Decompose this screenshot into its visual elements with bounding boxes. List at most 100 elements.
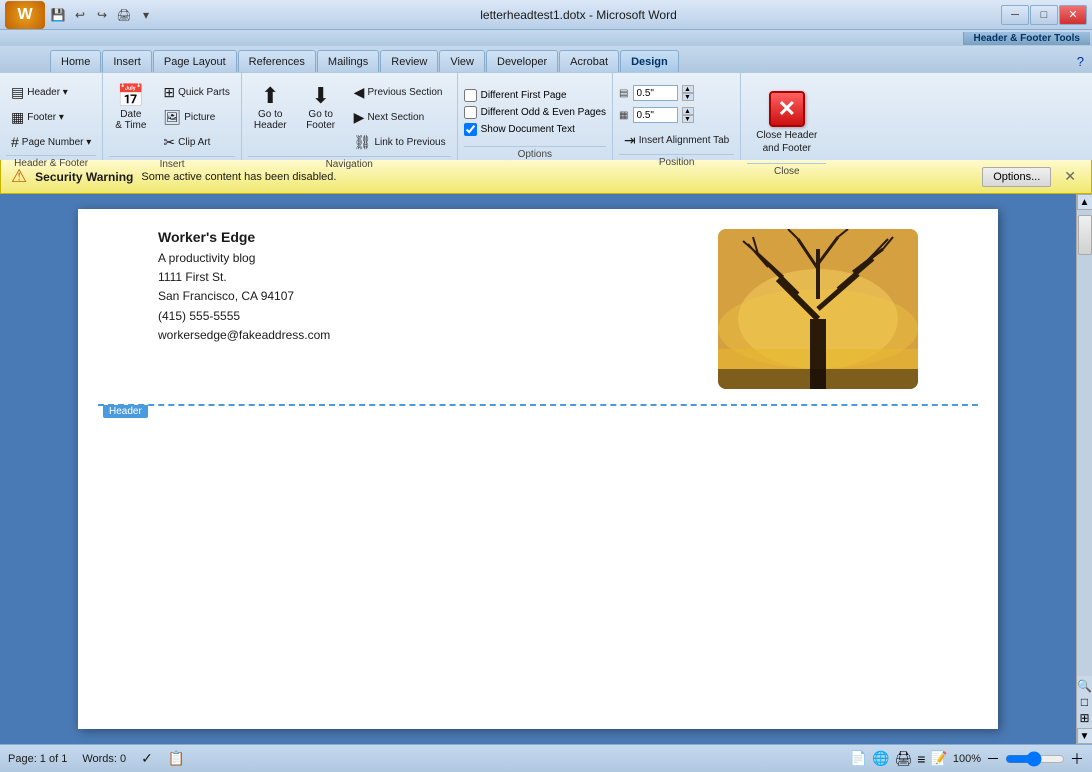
insert-group-label: Insert — [109, 156, 235, 170]
document-area: Worker's Edge A productivity blog 1111 F… — [0, 194, 1076, 744]
ribbon: ▤ Header ▾ ▦ Footer ▾ # Page Number ▾ He… — [0, 72, 1092, 160]
tab-design[interactable]: Design — [620, 50, 679, 72]
header-label: Header — [103, 405, 148, 418]
dropdown-qa-btn[interactable]: ▾ — [136, 5, 156, 25]
page-view-icon[interactable]: □ — [1081, 695, 1088, 709]
position-group: ▤ ▲ ▼ ▦ ▲ ▼ ⇥ Insert Alignment Tab Pos — [613, 73, 741, 160]
next-section-button[interactable]: ▶ Next Section — [349, 106, 451, 129]
picture-button[interactable]: 🖼 Picture — [158, 106, 234, 129]
page-count: Page: 1 of 1 — [8, 753, 67, 765]
window-controls: ─ □ ✕ — [1001, 5, 1087, 25]
two-page-icon[interactable]: ⊞ — [1079, 711, 1089, 725]
header-position-input[interactable] — [633, 85, 678, 101]
tab-insert[interactable]: Insert — [102, 50, 152, 72]
status-right: 📄 🌐 🖨 ≡ 📝 100% － ＋ — [850, 749, 1084, 769]
tab-page-layout[interactable]: Page Layout — [153, 50, 237, 72]
hft-label: Header & Footer Tools — [963, 32, 1091, 45]
view-print-icon[interactable]: 🖨 — [894, 750, 912, 767]
minimize-button[interactable]: ─ — [1001, 5, 1029, 25]
navigation-group-label: Navigation — [248, 156, 451, 170]
security-message: Some active content has been disabled. — [141, 171, 974, 183]
footer-position-input[interactable] — [633, 107, 678, 123]
zoom-level: 100% — [953, 753, 981, 765]
address1: 1111 First St. — [158, 268, 330, 287]
address2: San Francisco, CA 94107 — [158, 287, 330, 306]
previous-section-button[interactable]: ◀ Previous Section — [349, 81, 451, 104]
document-header: Worker's Edge A productivity blog 1111 F… — [78, 209, 998, 404]
tab-view[interactable]: View — [439, 50, 485, 72]
window-title: letterheadtest1.dotx - Microsoft Word — [480, 8, 677, 22]
scroll-up-button[interactable]: ▲ — [1077, 194, 1092, 210]
scroll-down-button[interactable]: ▼ — [1077, 728, 1092, 744]
save-qa-btn[interactable]: 💾 — [48, 5, 68, 25]
zoom-in-status-icon[interactable]: ＋ — [1070, 749, 1084, 769]
security-title: Security Warning — [35, 170, 133, 184]
tab-references[interactable]: References — [238, 50, 316, 72]
header-boundary: Header — [98, 404, 978, 406]
header-position-spinner: ▲ ▼ — [682, 85, 694, 101]
footer-position-spinner: ▲ ▼ — [682, 107, 694, 123]
link-to-previous-button[interactable]: ⛓ Link to Previous — [349, 131, 451, 154]
navigation-group: ⬆ Go toHeader ⬇ Go toFooter ◀ Previous S… — [242, 73, 458, 160]
insert-group: 📅 Date& Time ⊞ Quick Parts 🖼 Picture ✂ C… — [103, 73, 242, 160]
print-qa-btn[interactable]: 🖨 — [114, 5, 134, 25]
view-normal-icon[interactable]: 📄 — [850, 750, 867, 767]
word-count: Words: 0 — [82, 753, 126, 765]
tab-review[interactable]: Review — [380, 50, 438, 72]
status-left: Page: 1 of 1 Words: 0 ✓ 📋 — [8, 750, 185, 767]
spell-check-icon[interactable]: ✓ — [141, 750, 153, 767]
date-time-button[interactable]: 📅 Date& Time — [109, 81, 152, 135]
security-options-button[interactable]: Options... — [982, 167, 1051, 187]
tab-developer[interactable]: Developer — [486, 50, 558, 72]
header-footer-group: ▤ Header ▾ ▦ Footer ▾ # Page Number ▾ He… — [0, 73, 103, 160]
clip-art-button[interactable]: ✂ Clip Art — [158, 131, 234, 154]
position-group-label: Position — [619, 154, 734, 168]
window-close-button[interactable]: ✕ — [1059, 5, 1087, 25]
go-to-header-button[interactable]: ⬆ Go toHeader — [248, 81, 293, 135]
tab-mailings[interactable]: Mailings — [317, 50, 379, 72]
zoom-in-icon[interactable]: 🔍 — [1077, 679, 1092, 693]
close-group: ✕ Close Headerand Footer Close — [741, 73, 832, 160]
company-name: Worker's Edge — [158, 229, 330, 245]
different-first-page-checkbox[interactable]: Different First Page — [464, 89, 567, 102]
page-number-button[interactable]: # Page Number ▾ — [6, 131, 96, 153]
redo-qa-btn[interactable]: ↪ — [92, 5, 112, 25]
header-button[interactable]: ▤ Header ▾ — [6, 81, 73, 104]
scroll-track[interactable] — [1077, 210, 1092, 676]
security-close-button[interactable]: ✕ — [1059, 166, 1081, 187]
quick-parts-button[interactable]: ⊞ Quick Parts — [158, 81, 234, 104]
security-icon: ⚠ — [11, 166, 27, 187]
view-web-icon[interactable]: 🌐 — [872, 750, 889, 767]
show-document-text-checkbox[interactable]: Show Document Text — [464, 123, 575, 136]
title-bar: W 💾 ↩ ↪ 🖨 ▾ letterheadtest1.dotx - Micro… — [0, 0, 1092, 30]
scroll-thumb[interactable] — [1078, 215, 1092, 255]
close-header-footer-button[interactable]: ✕ Close Headerand Footer — [747, 85, 826, 161]
office-button[interactable]: W — [5, 1, 45, 29]
quick-access-toolbar: 💾 ↩ ↪ 🖨 ▾ — [48, 5, 156, 25]
footer-button[interactable]: ▦ Footer ▾ — [6, 106, 69, 129]
status-bar: Page: 1 of 1 Words: 0 ✓ 📋 📄 🌐 🖨 ≡ 📝 100%… — [0, 744, 1092, 772]
maximize-button[interactable]: □ — [1030, 5, 1058, 25]
header-letterhead: Worker's Edge A productivity blog 1111 F… — [158, 229, 330, 345]
different-odd-even-checkbox[interactable]: Different Odd & Even Pages — [464, 106, 606, 119]
document-body[interactable] — [78, 406, 998, 686]
view-outline-icon[interactable]: ≡ — [917, 751, 925, 767]
go-to-footer-button[interactable]: ⬇ Go toFooter — [299, 81, 343, 135]
tab-home[interactable]: Home — [50, 50, 101, 72]
phone: (415) 555-5555 — [158, 307, 330, 326]
tab-bar: Home Insert Page Layout References Maili… — [0, 46, 1092, 72]
undo-qa-btn[interactable]: ↩ — [70, 5, 90, 25]
zoom-out-icon[interactable]: － — [986, 749, 1000, 769]
help-button[interactable]: ? — [1069, 51, 1092, 72]
vertical-scrollbar: ▲ 🔍 □ ⊞ ▼ — [1076, 194, 1092, 744]
tab-acrobat[interactable]: Acrobat — [559, 50, 619, 72]
language-icon[interactable]: 📋 — [168, 750, 185, 767]
options-group: Different First Page Different Odd & Eve… — [458, 73, 613, 160]
view-draft-icon[interactable]: 📝 — [930, 750, 947, 767]
insert-alignment-button[interactable]: ⇥ Insert Alignment Tab — [619, 129, 734, 152]
tagline: A productivity blog — [158, 249, 330, 268]
options-group-label: Options — [464, 146, 606, 160]
document-page: Worker's Edge A productivity blog 1111 F… — [78, 209, 998, 729]
close-x-icon: ✕ — [769, 91, 805, 127]
zoom-slider[interactable] — [1005, 754, 1065, 764]
